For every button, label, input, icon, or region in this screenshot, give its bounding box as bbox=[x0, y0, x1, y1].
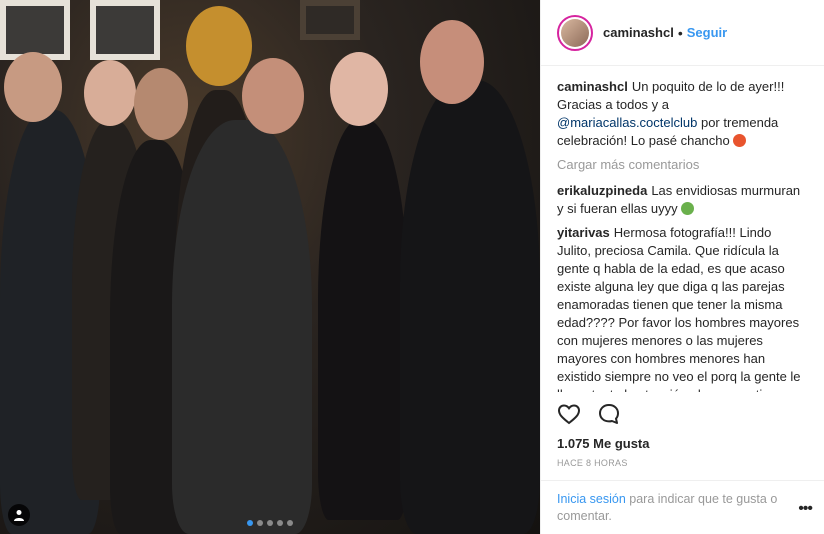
likes-count[interactable]: 1.075 Me gusta bbox=[557, 436, 650, 451]
post-photo[interactable] bbox=[0, 0, 540, 534]
more-options-icon[interactable]: ••• bbox=[798, 500, 813, 518]
caption-username[interactable]: caminashcl bbox=[557, 79, 628, 94]
person-head bbox=[330, 52, 388, 126]
login-prompt: Inicia sesión para indicar que te gusta … bbox=[541, 480, 824, 525]
background-window bbox=[90, 0, 160, 60]
comments-list: caminashcl Un poquito de lo de ayer!!! Gr… bbox=[541, 66, 824, 392]
load-more-comments[interactable]: Cargar más comentarios bbox=[557, 156, 808, 174]
post-timestamp[interactable]: HACE 8 HORAS bbox=[557, 458, 628, 468]
caption-mention[interactable]: @mariacallas.coctelclub bbox=[557, 115, 697, 130]
list-item: erikaluzpineda Las envidiosas murmuran y … bbox=[557, 182, 808, 218]
anger-emoji-icon bbox=[733, 134, 747, 147]
person-head bbox=[134, 68, 188, 140]
background-window bbox=[0, 0, 70, 60]
comment-username[interactable]: erikaluzpineda bbox=[557, 183, 647, 198]
post-side-panel: caminashcl • Seguir caminashcl Un poquito… bbox=[540, 0, 824, 534]
carousel-dot[interactable] bbox=[267, 520, 273, 526]
avatar[interactable] bbox=[557, 14, 593, 51]
post-header: caminashcl • Seguir bbox=[541, 0, 824, 66]
person-head bbox=[4, 52, 62, 122]
person-head bbox=[420, 20, 484, 104]
heart-icon[interactable] bbox=[557, 402, 581, 429]
person-figure bbox=[400, 80, 540, 534]
post-actions bbox=[557, 402, 621, 429]
frog-emoji-icon bbox=[681, 202, 695, 215]
header-separator: • bbox=[677, 24, 683, 41]
carousel-dots bbox=[0, 520, 540, 526]
person-figure bbox=[172, 120, 312, 534]
comment-icon[interactable] bbox=[597, 402, 621, 429]
person-head bbox=[242, 58, 304, 134]
caption: caminashcl Un poquito de lo de ayer!!! Gr… bbox=[557, 78, 808, 150]
carousel-dot[interactable] bbox=[247, 520, 253, 526]
header-username[interactable]: caminashcl bbox=[603, 25, 674, 40]
login-link[interactable]: Inicia sesión bbox=[557, 492, 626, 506]
person-head bbox=[186, 6, 252, 86]
person-head bbox=[84, 60, 136, 126]
person-figure bbox=[318, 120, 408, 520]
list-item: yitarivas Hermosa fotografía!!! Lindo Jul… bbox=[557, 224, 808, 392]
background-window bbox=[300, 0, 360, 40]
comment-text: Hermosa fotografía!!! Lindo Julito, prec… bbox=[557, 225, 801, 392]
carousel-dot[interactable] bbox=[277, 520, 283, 526]
carousel-dot[interactable] bbox=[257, 520, 263, 526]
follow-button[interactable]: Seguir bbox=[687, 25, 727, 40]
comment-username[interactable]: yitarivas bbox=[557, 225, 610, 240]
carousel-dot[interactable] bbox=[287, 520, 293, 526]
